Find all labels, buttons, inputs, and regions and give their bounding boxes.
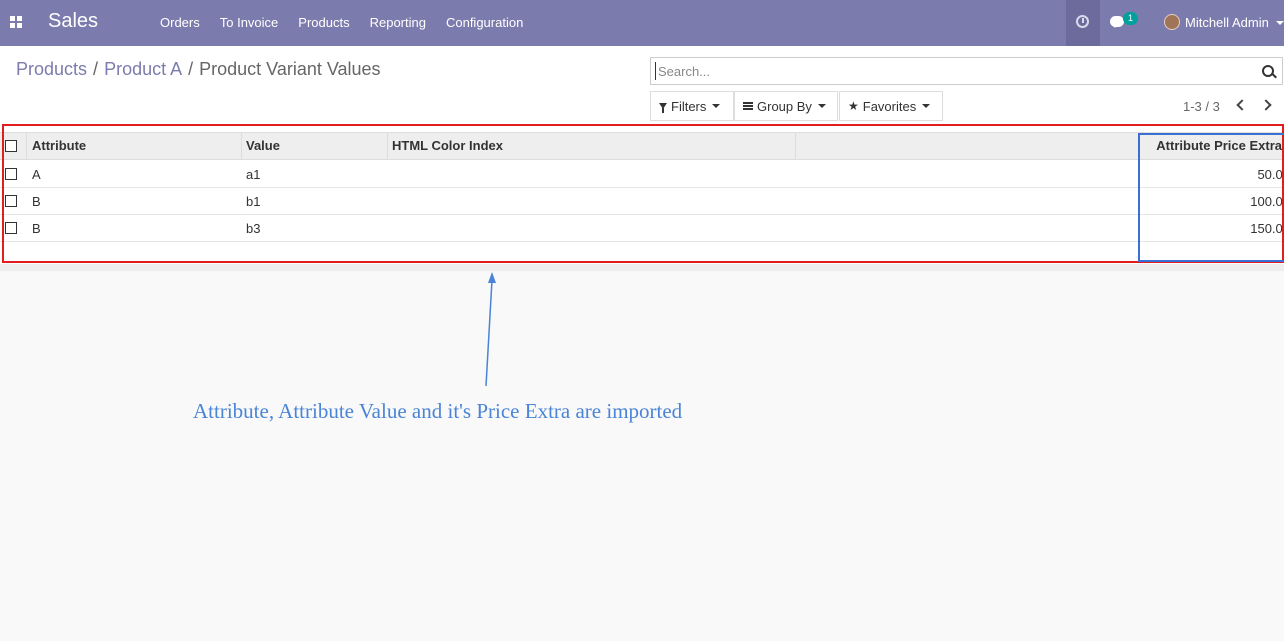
pager-value[interactable]: 1-3 / 3 <box>1183 99 1220 114</box>
menu-item-products[interactable]: Products <box>298 15 349 30</box>
top-navbar: Sales Orders To Invoice Products Reporti… <box>0 0 1284 46</box>
group-by-button[interactable]: Group By <box>734 91 838 121</box>
annotation-caption: Attribute, Attribute Value and it's Pric… <box>193 399 683 423</box>
chevron-left-icon[interactable] <box>1236 99 1248 111</box>
chevron-right-icon[interactable] <box>1260 99 1272 111</box>
highlight-box-table <box>2 124 1284 263</box>
table-footer-strip <box>0 264 1284 271</box>
caret-down-icon <box>922 104 931 108</box>
activities-button[interactable] <box>1066 0 1100 46</box>
filter-icon <box>659 103 667 113</box>
group-by-label: Group By <box>757 98 812 114</box>
main-menu: Orders To Invoice Products Reporting Con… <box>160 15 543 30</box>
filters-button[interactable]: Filters <box>650 91 734 121</box>
menu-item-reporting[interactable]: Reporting <box>370 15 426 30</box>
filters-label: Filters <box>671 98 707 114</box>
highlight-box-price-extra <box>1138 133 1284 262</box>
chat-icon[interactable] <box>1110 16 1124 28</box>
caret-down-icon <box>712 104 721 108</box>
caret-down-icon <box>817 104 826 108</box>
control-panel: Products / Product A / Product Variant V… <box>0 46 1284 126</box>
search-icon[interactable] <box>1262 65 1274 77</box>
breadcrumb: Products / Product A / Product Variant V… <box>16 59 381 80</box>
app-title: Sales <box>48 10 99 32</box>
page-title: Product Variant Values <box>199 59 381 79</box>
favorites-label: Favorites <box>862 98 917 114</box>
chat-badge: 1 <box>1123 12 1138 25</box>
annotation-arrow <box>485 272 496 387</box>
breadcrumb-product-a[interactable]: Product A <box>104 59 182 80</box>
menu-item-configuration[interactable]: Configuration <box>446 15 523 30</box>
menu-item-orders[interactable]: Orders <box>160 15 200 30</box>
avatar[interactable] <box>1164 14 1180 30</box>
apps-menu-icon[interactable] <box>10 16 22 28</box>
search-box <box>650 57 1283 85</box>
caret-down-icon[interactable] <box>1276 21 1284 25</box>
breadcrumb-separator: / <box>93 59 99 79</box>
breadcrumb-separator: / <box>188 59 194 79</box>
breadcrumb-products[interactable]: Products <box>16 59 87 80</box>
menu-item-to-invoice[interactable]: To Invoice <box>220 15 279 30</box>
clock-icon <box>1076 15 1089 28</box>
bars-icon <box>743 102 753 110</box>
star-icon: ★ <box>848 99 859 113</box>
favorites-button[interactable]: ★ Favorites <box>839 91 943 121</box>
user-menu[interactable]: Mitchell Admin <box>1185 15 1269 30</box>
search-input[interactable] <box>655 62 1245 80</box>
